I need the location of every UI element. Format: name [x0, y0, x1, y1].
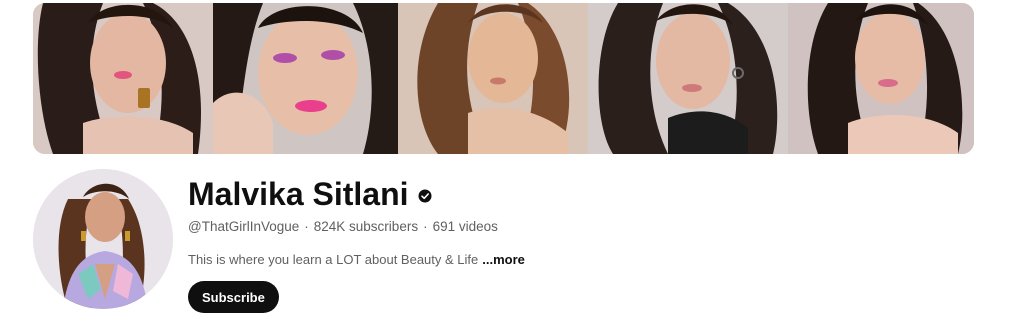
channel-name: Malvika Sitlani [188, 176, 409, 212]
banner-photo [398, 3, 588, 154]
meta-separator: · [304, 219, 309, 234]
meta-separator: · [423, 219, 428, 234]
channel-info: Malvika Sitlani @ThatGirlInVogue · 824K … [188, 172, 968, 313]
channel-avatar[interactable] [33, 169, 173, 309]
banner-photo [788, 3, 974, 154]
verified-check-icon [418, 189, 432, 203]
subscribe-button[interactable]: Subscribe [188, 281, 279, 313]
more-link[interactable]: ...more [482, 252, 525, 267]
banner-photo [33, 3, 213, 154]
channel-meta: @ThatGirlInVogue · 824K subscribers · 69… [188, 217, 968, 237]
subscriber-count: 824K subscribers [313, 219, 419, 234]
title-row: Malvika Sitlani [188, 172, 968, 216]
video-count: 691 videos [432, 219, 498, 234]
channel-handle[interactable]: @ThatGirlInVogue [188, 217, 299, 237]
banner-photo [588, 3, 788, 154]
channel-description[interactable]: This is where you learn a LOT about Beau… [188, 250, 968, 270]
banner-photo [213, 3, 398, 154]
description-text: This is where you learn a LOT about Beau… [188, 252, 479, 267]
channel-banner [33, 3, 974, 154]
channel-page: Malvika Sitlani @ThatGirlInVogue · 824K … [0, 0, 1024, 314]
